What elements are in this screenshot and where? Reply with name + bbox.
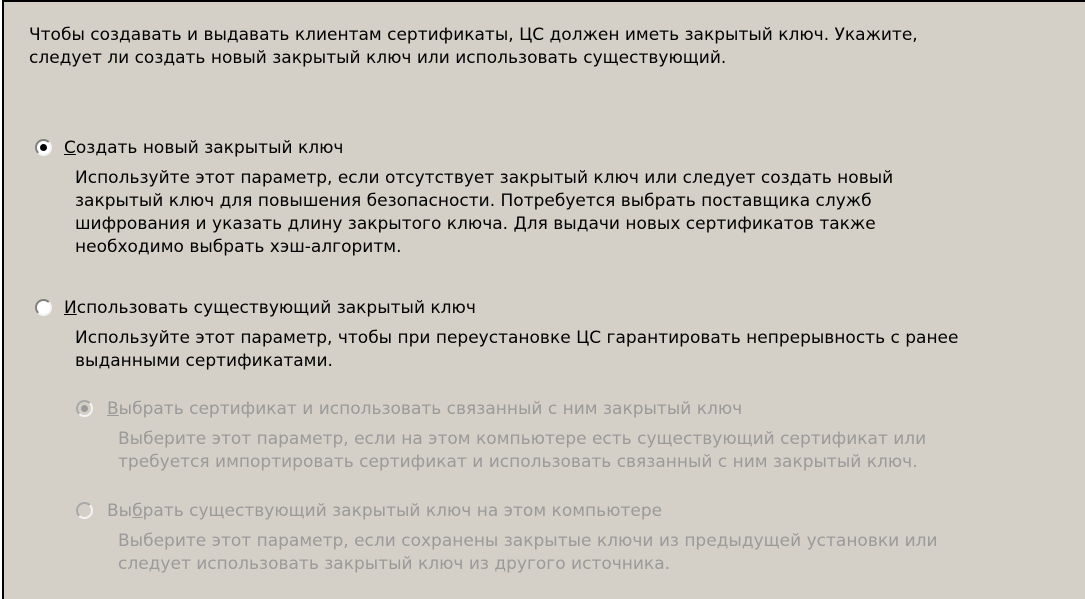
radio-select-existing-key — [76, 502, 93, 519]
intro-text-line-1: Чтобы создавать и выдавать клиентам серт… — [29, 25, 918, 45]
desc-select-existing-key-line-1: Выберите этот параметр, если сохранены з… — [118, 531, 938, 551]
label-select-certificate-text: ыбрать сертификат и использовать связанн… — [118, 399, 743, 419]
label-create-new-key-accesskey: С — [64, 138, 76, 158]
desc-select-existing-key-line-2: следует использовать закрытый ключ из др… — [118, 554, 671, 574]
label-use-existing-key[interactable]: Использовать существующий закрытый ключ — [64, 297, 476, 319]
radio-create-new-key[interactable] — [35, 139, 52, 156]
label-create-new-key-text: оздать новый закрытый ключ — [75, 138, 344, 158]
radio-select-certificate — [76, 400, 93, 417]
radio-use-existing-key[interactable] — [35, 299, 52, 316]
desc-use-existing-key-line-1: Используйте этот параметр, чтобы при пер… — [75, 328, 959, 348]
desc-create-new-key-line-2: закрытый ключ для повышения безопасности… — [75, 191, 872, 211]
desc-select-certificate-line-2: требуется импортировать сертификат и исп… — [118, 452, 918, 472]
desc-select-certificate-line-1: Выберите этот параметр, если на этом ком… — [118, 429, 927, 449]
label-select-existing-key: Выбрать существующий закрытый ключ на эт… — [107, 500, 662, 522]
label-use-existing-key-text: спользовать существующий закрытый ключ — [76, 298, 476, 318]
desc-create-new-key-line-3: шифрования и указать длину закрытого клю… — [75, 214, 876, 234]
label-create-new-key[interactable]: Создать новый закрытый ключ — [64, 137, 343, 159]
label-select-existing-key-prefix: Вы — [107, 501, 133, 521]
label-select-certificate: Выбрать сертификат и использовать связан… — [107, 398, 742, 420]
label-select-existing-key-accesskey: б — [132, 501, 143, 521]
label-select-certificate-accesskey: В — [107, 399, 119, 419]
desc-use-existing-key-line-2: выданными сертификатами. — [75, 351, 333, 371]
label-select-existing-key-text: рать существующий закрытый ключ на этом … — [142, 501, 663, 521]
wizard-panel: Чтобы создавать и выдавать клиентам серт… — [2, 0, 1085, 599]
intro-text-line-2: следует ли создать новый закрытый ключ и… — [29, 48, 727, 68]
desc-create-new-key-line-1: Используйте этот параметр, если отсутств… — [75, 168, 894, 188]
desc-create-new-key-line-4: необходимо выбрать хэш-алгоритм. — [75, 237, 402, 257]
label-use-existing-key-accesskey: И — [64, 298, 77, 318]
